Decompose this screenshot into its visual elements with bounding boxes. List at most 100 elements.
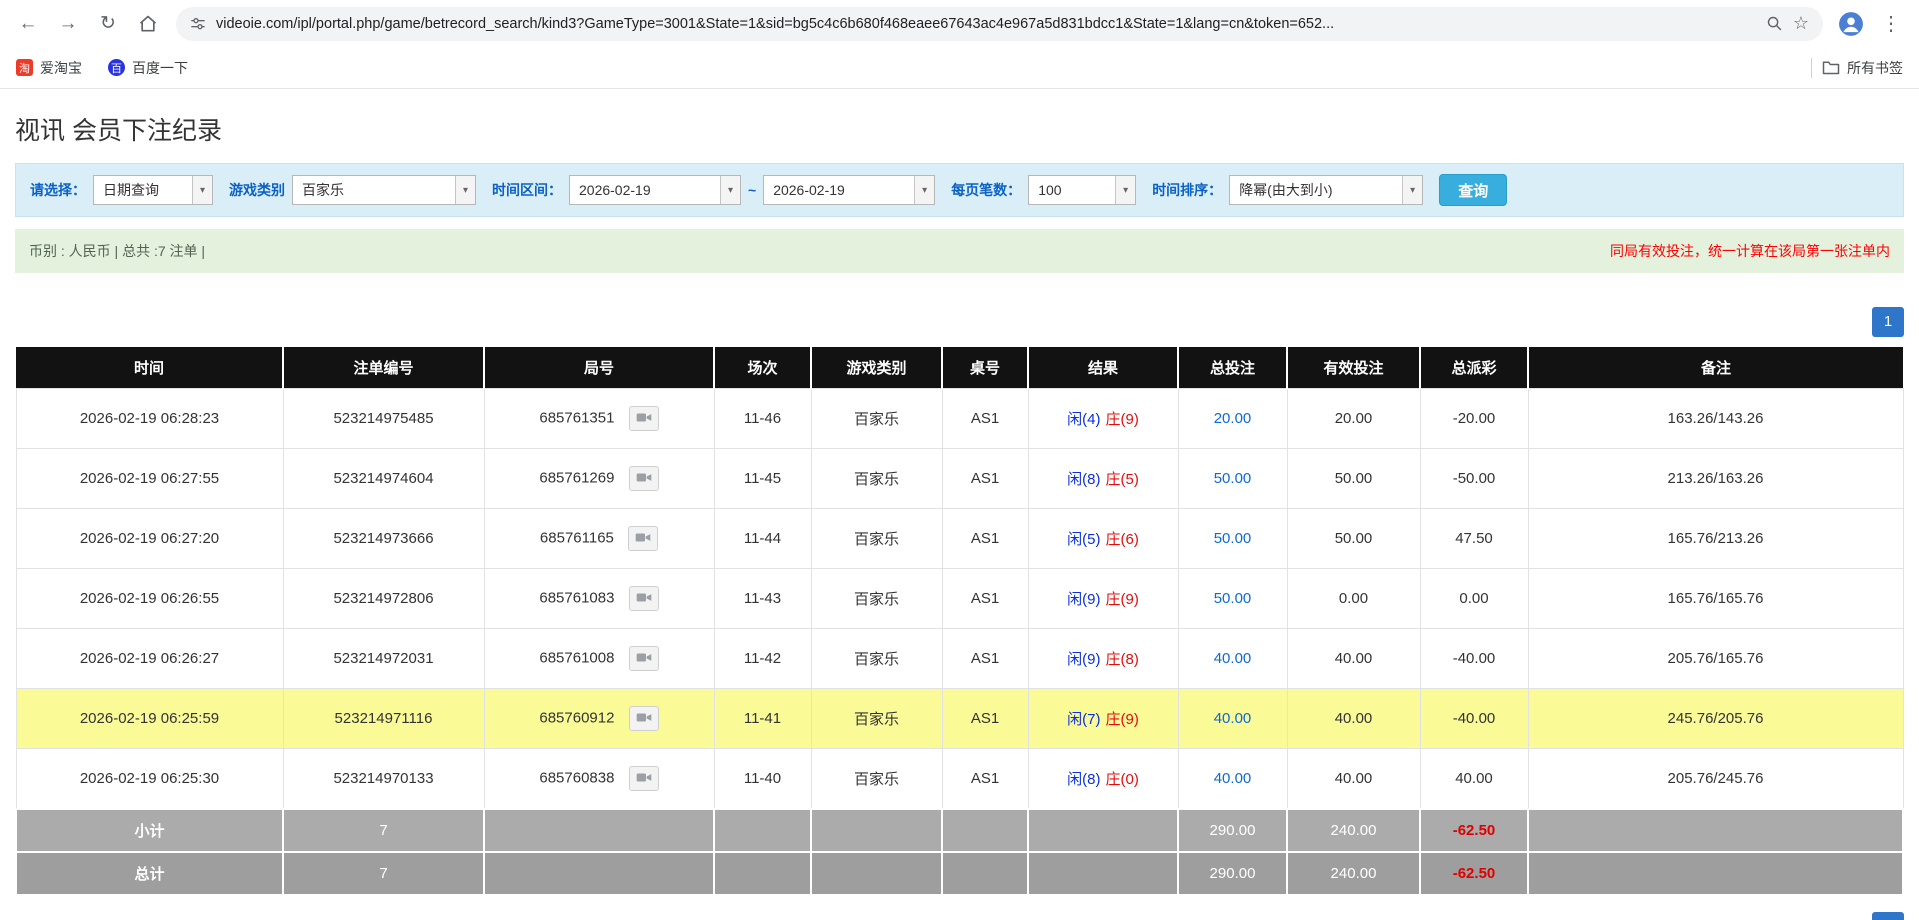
total-bet-link[interactable]: 50.00 <box>1214 470 1252 487</box>
chevron-down-icon[interactable]: ▾ <box>1402 176 1422 204</box>
round-id-text: 685761165 <box>540 529 614 546</box>
cell-payout: 40.00 <box>1420 749 1528 810</box>
zoom-icon[interactable] <box>1766 15 1783 32</box>
video-replay-button[interactable] <box>629 586 659 611</box>
query-type-select[interactable]: 日期查询 ▾ <box>93 175 213 205</box>
cell-total-bet: 40.00 <box>1178 689 1287 749</box>
cell-result: 闲(5)庄(6) <box>1028 509 1178 569</box>
video-replay-button[interactable] <box>629 406 659 431</box>
page-size-select[interactable]: 100 ▾ <box>1028 175 1136 205</box>
result-banker: 庄(6) <box>1106 531 1139 548</box>
cell-table-no: AS1 <box>942 629 1028 689</box>
chevron-down-icon[interactable]: ▾ <box>1115 176 1135 204</box>
cell-game-type: 百家乐 <box>811 509 942 569</box>
cell-game-type: 百家乐 <box>811 629 942 689</box>
bookmark-star-icon[interactable]: ☆ <box>1793 13 1809 34</box>
cell-valid-bet: 40.00 <box>1287 629 1420 689</box>
home-icon <box>138 14 158 34</box>
screen: ← → ↻ videoie.com/ipl/portal.php/game/be… <box>0 0 1919 920</box>
total-bet-link[interactable]: 40.00 <box>1214 770 1252 787</box>
total-bet-link[interactable]: 50.00 <box>1214 590 1252 607</box>
result-banker: 庄(8) <box>1106 651 1139 668</box>
header-bet-id: 注单编号 <box>283 347 484 389</box>
cell-total-bet: 50.00 <box>1178 509 1287 569</box>
empty-cell <box>484 852 714 895</box>
sort-order-select[interactable]: 降幂(由大到小) ▾ <box>1229 175 1423 205</box>
bookmark-baidu[interactable]: 百 百度一下 <box>108 58 188 78</box>
video-replay-button[interactable] <box>629 766 659 791</box>
total-bet-link[interactable]: 50.00 <box>1214 530 1252 547</box>
round-id-text: 685761083 <box>539 589 614 606</box>
cell-note: 205.76/165.76 <box>1528 629 1903 689</box>
video-replay-button[interactable] <box>629 466 659 491</box>
chevron-down-icon[interactable]: ▾ <box>455 176 475 204</box>
video-replay-button[interactable] <box>628 526 658 551</box>
chevron-down-icon[interactable]: ▾ <box>914 176 934 204</box>
empty-cell <box>484 809 714 852</box>
subtotal-label: 小计 <box>16 809 283 852</box>
cell-bet-id: 523214970133 <box>283 749 484 810</box>
subtotal-valid-bet: 240.00 <box>1287 809 1420 852</box>
round-id-text: 685760838 <box>539 769 614 786</box>
taobao-favicon-icon: 淘 <box>16 59 33 76</box>
cell-table-no: AS1 <box>942 509 1028 569</box>
date-from-select[interactable]: 2026-02-19 ▾ <box>569 175 741 205</box>
pagination-bottom: 1 <box>15 912 1904 920</box>
back-button[interactable]: ← <box>10 6 46 42</box>
filter-panel: 请选择： 日期查询 ▾ 游戏类别 百家乐 ▾ 时间区间： 2026-02-19 … <box>15 163 1904 217</box>
video-replay-button[interactable] <box>629 646 659 671</box>
subtotal-count: 7 <box>283 809 484 852</box>
table-row: 2026-02-19 06:26:27 523214972031 6857610… <box>16 629 1903 689</box>
header-time: 时间 <box>16 347 283 389</box>
empty-cell <box>811 852 942 895</box>
address-bar[interactable]: videoie.com/ipl/portal.php/game/betrecor… <box>176 7 1823 41</box>
refresh-button[interactable]: ↻ <box>90 6 126 42</box>
date-from-value: 2026-02-19 <box>570 176 720 204</box>
bookmark-taobao[interactable]: 淘 爱淘宝 <box>16 58 82 78</box>
filter-label-query-type: 请选择： <box>30 180 86 200</box>
profile-button[interactable] <box>1833 6 1869 42</box>
chevron-down-icon[interactable]: ▾ <box>720 176 740 204</box>
cell-total-bet: 20.00 <box>1178 389 1287 449</box>
video-camera-icon <box>636 471 652 487</box>
cell-table-no: AS1 <box>942 449 1028 509</box>
all-bookmarks-button[interactable]: 所有书签 <box>1822 58 1903 78</box>
result-banker: 庄(0) <box>1106 771 1139 788</box>
round-id-text: 685761351 <box>539 409 614 426</box>
cell-table-no: AS1 <box>942 389 1028 449</box>
browser-menu-button[interactable]: ⋮ <box>1873 6 1909 42</box>
home-button[interactable] <box>130 6 166 42</box>
total-bet-link[interactable]: 40.00 <box>1214 710 1252 727</box>
video-replay-button[interactable] <box>629 706 659 731</box>
total-bet-link[interactable]: 40.00 <box>1214 650 1252 667</box>
bookmark-label: 百度一下 <box>132 58 188 78</box>
chevron-down-icon[interactable]: ▾ <box>192 176 212 204</box>
cell-bet-id: 523214973666 <box>283 509 484 569</box>
empty-cell <box>1528 852 1903 895</box>
query-button[interactable]: 查询 <box>1439 174 1507 206</box>
url-text[interactable]: videoie.com/ipl/portal.php/game/betrecor… <box>216 16 1756 32</box>
video-camera-icon <box>635 531 651 547</box>
game-type-select[interactable]: 百家乐 ▾ <box>292 175 476 205</box>
date-to-select[interactable]: 2026-02-19 ▾ <box>763 175 935 205</box>
page-title: 视讯 会员下注纪录 <box>15 111 1904 147</box>
table-row: 2026-02-19 06:28:23 523214975485 6857613… <box>16 389 1903 449</box>
cell-note: 165.76/213.26 <box>1528 509 1903 569</box>
page-1-button[interactable]: 1 <box>1872 307 1904 337</box>
back-icon: ← <box>19 13 38 35</box>
cell-table-no: AS1 <box>942 689 1028 749</box>
forward-button[interactable]: → <box>50 6 86 42</box>
cell-total-bet: 40.00 <box>1178 629 1287 689</box>
video-camera-icon <box>636 651 652 667</box>
page-1-button[interactable]: 1 <box>1872 912 1904 920</box>
header-table-no: 桌号 <box>942 347 1028 389</box>
round-id-text: 685761269 <box>539 469 614 486</box>
sort-order-value: 降幂(由大到小) <box>1230 176 1402 204</box>
empty-cell <box>811 809 942 852</box>
cell-result: 闲(7)庄(9) <box>1028 689 1178 749</box>
cell-round-id: 685761165 <box>484 509 714 569</box>
table-row: 2026-02-19 06:25:30 523214970133 6857608… <box>16 749 1903 810</box>
empty-cell <box>1528 809 1903 852</box>
total-bet-link[interactable]: 20.00 <box>1214 410 1252 427</box>
site-info-icon[interactable] <box>190 16 206 32</box>
